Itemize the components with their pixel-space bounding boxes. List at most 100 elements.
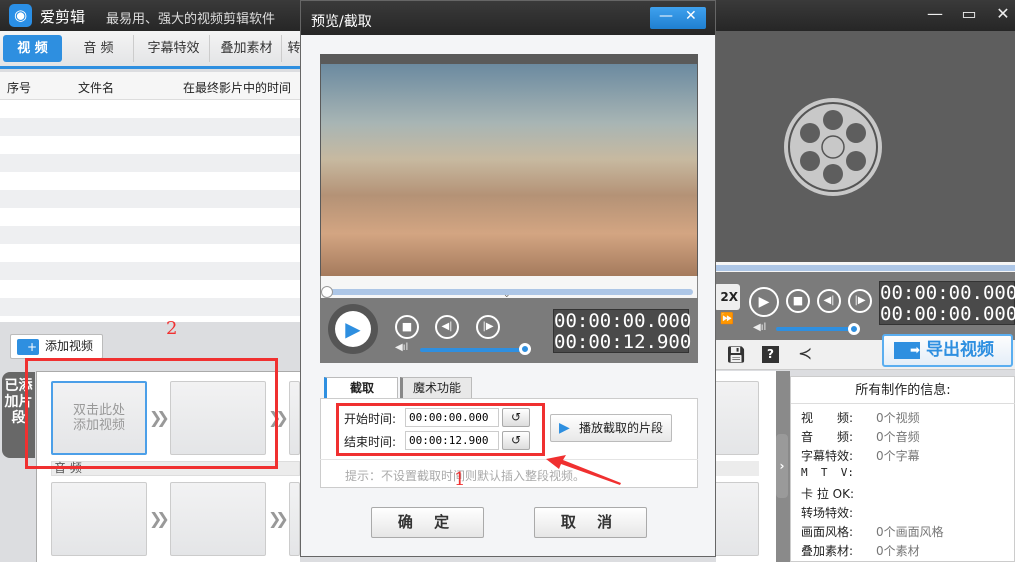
playback-controls: ▶ ■ ◀| |▶ ◀ıl 00:00:00.000 00:00:12.900 <box>320 298 698 363</box>
minimize-icon[interactable]: — <box>923 4 947 23</box>
audio-slot[interactable] <box>170 482 266 556</box>
volume-slider[interactable] <box>420 348 526 352</box>
dialog-timecode: 00:00:00.000 00:00:12.900 <box>553 309 692 353</box>
export-label: 导出视频 <box>926 340 994 360</box>
next-frame-icon[interactable]: |▶ <box>848 289 872 313</box>
video-frame <box>320 54 698 276</box>
collapse-chevron-icon[interactable]: › <box>776 434 788 498</box>
close-icon[interactable]: ✕ <box>991 4 1015 23</box>
annotation-box-1 <box>336 403 545 456</box>
volume-icon[interactable]: ◀ıl <box>395 342 408 353</box>
info-key: 卡 拉 OK: <box>801 487 854 501</box>
stop-icon[interactable]: ■ <box>395 315 419 339</box>
restore-icon[interactable]: ▭ <box>957 4 981 23</box>
next-frame-icon[interactable]: |▶ <box>476 315 500 339</box>
info-row: 卡 拉 OK: <box>801 485 854 502</box>
audio-slot[interactable] <box>711 482 759 556</box>
annotation-box-2 <box>25 358 278 469</box>
tab-magic[interactable]: 魔术功能 <box>400 377 472 399</box>
info-key: 字幕特效: <box>801 449 854 463</box>
production-info-panel: 所有制作的信息: 视 频: 0个视频 音 频: 0个音频 字幕特效: 0个字幕 M T… <box>790 376 1015 562</box>
share-icon[interactable]: ≺ <box>798 344 812 364</box>
info-key: 转场特效: <box>801 506 854 520</box>
info-key: M T V: <box>801 466 854 479</box>
col-filename[interactable]: 文件名 <box>78 79 114 96</box>
info-row: 画面风格: 0个画面风格 <box>801 523 944 540</box>
add-film-icon: + <box>17 339 39 355</box>
video-image <box>321 64 697 276</box>
preview-current-time: 00:00:00.000 <box>880 282 1015 304</box>
play-icon[interactable]: ▶ <box>335 311 371 347</box>
export-icon: ➡ <box>894 342 920 359</box>
total-time: 00:00:12.900 <box>554 331 692 353</box>
info-row: 字幕特效: 0个字幕 <box>801 447 920 464</box>
main-tab-bar: 视 频 音 频 字幕特效 叠加素材 转 <box>0 31 301 69</box>
tab-overlay[interactable]: 叠加素材 <box>212 35 282 62</box>
info-key: 叠加素材: <box>801 544 854 558</box>
add-video-button[interactable]: + 添加视频 <box>10 334 103 359</box>
volume-icon[interactable]: ◀ıl <box>753 322 766 333</box>
progress-knob[interactable] <box>321 286 333 298</box>
info-value: 0个音频 <box>876 430 920 444</box>
fast-forward-icon[interactable]: ⏩ <box>720 312 734 325</box>
annotation-label-1: 1 <box>454 469 466 490</box>
add-video-label: 添加视频 <box>45 339 94 353</box>
volume-knob[interactable] <box>519 343 531 355</box>
table-header: 序号 文件名 在最终影片中的时间 <box>0 72 300 100</box>
info-key: 画面风格: <box>801 525 854 539</box>
app-subtitle: 最易用、强大的视频剪辑软件 <box>106 12 276 27</box>
preview-controls: 2X ⏩ ▶ ■ ◀| |▶ ◀ıl 00:00:00.000 00:00:00.… <box>714 272 1015 340</box>
export-video-button[interactable]: ➡ 导出视频 <box>882 334 1013 367</box>
tab-audio[interactable]: 音 频 <box>64 35 134 62</box>
tab-video[interactable]: 视 频 <box>3 35 62 62</box>
ok-button[interactable]: 确 定 <box>371 507 484 538</box>
preview-area <box>716 31 1015 262</box>
volume-knob[interactable] <box>848 323 860 335</box>
chevron-right-icon: ❯❯ <box>149 509 170 528</box>
app-title: 爱剪辑 <box>40 8 86 26</box>
prev-frame-icon[interactable]: ◀| <box>435 315 459 339</box>
film-reel-icon <box>784 98 882 196</box>
annotation-label-2: 2 <box>166 318 178 339</box>
speed-button[interactable]: 2X <box>714 284 740 310</box>
play-clip-button[interactable]: ▶ 播放截取的片段 <box>550 414 672 442</box>
playback-progress[interactable]: ⌄ <box>320 276 698 300</box>
audio-slot[interactable] <box>289 482 300 556</box>
clip-slot[interactable] <box>289 381 300 455</box>
col-index[interactable]: 序号 <box>7 79 31 96</box>
save-icon[interactable]: 💾︎ <box>726 345 746 364</box>
col-time[interactable]: 在最终影片中的时间 <box>183 79 291 96</box>
app-logo-icon: ◉ <box>9 4 32 27</box>
close-icon[interactable]: ✕ <box>685 8 697 24</box>
info-key: 视 频: <box>801 411 854 425</box>
audio-slot[interactable] <box>51 482 147 556</box>
clips-panel-overflow <box>711 371 776 562</box>
info-value: 0个视频 <box>876 411 920 425</box>
tab-trim[interactable]: 截取 <box>324 377 398 399</box>
play-icon: ▶ <box>559 420 570 436</box>
info-key: 音 频: <box>801 430 854 444</box>
clip-slot[interactable] <box>711 381 759 455</box>
info-row: M T V: <box>801 466 854 479</box>
chevron-right-icon: ❯❯ <box>268 509 289 528</box>
help-icon[interactable]: ? <box>762 346 779 363</box>
info-row: 叠加素材: 0个素材 <box>801 542 920 559</box>
volume-slider[interactable] <box>776 327 854 331</box>
minimize-icon[interactable]: — <box>659 8 673 24</box>
tab-subtitles[interactable]: 字幕特效 <box>138 35 210 62</box>
play-icon[interactable]: ▶ <box>749 287 779 317</box>
preview-total-time: 00:00:00.000 <box>880 303 1015 325</box>
info-row: 音 频: 0个音频 <box>801 428 920 445</box>
annotation-arrow <box>546 455 621 485</box>
info-row: 转场特效: <box>801 504 853 521</box>
current-time: 00:00:00.000 <box>554 310 692 332</box>
audio-bar <box>711 461 759 476</box>
info-value: 0个字幕 <box>876 449 920 463</box>
stop-icon[interactable]: ■ <box>786 289 810 313</box>
info-title: 所有制作的信息: <box>791 377 1015 404</box>
prev-frame-icon[interactable]: ◀| <box>817 289 841 313</box>
cancel-button[interactable]: 取 消 <box>534 507 647 538</box>
preview-timecode: 00:00:00.000 00:00:00.000 <box>879 281 1015 325</box>
play-clip-label: 播放截取的片段 <box>579 421 664 435</box>
dialog-title: 预览/截取 <box>311 14 372 30</box>
